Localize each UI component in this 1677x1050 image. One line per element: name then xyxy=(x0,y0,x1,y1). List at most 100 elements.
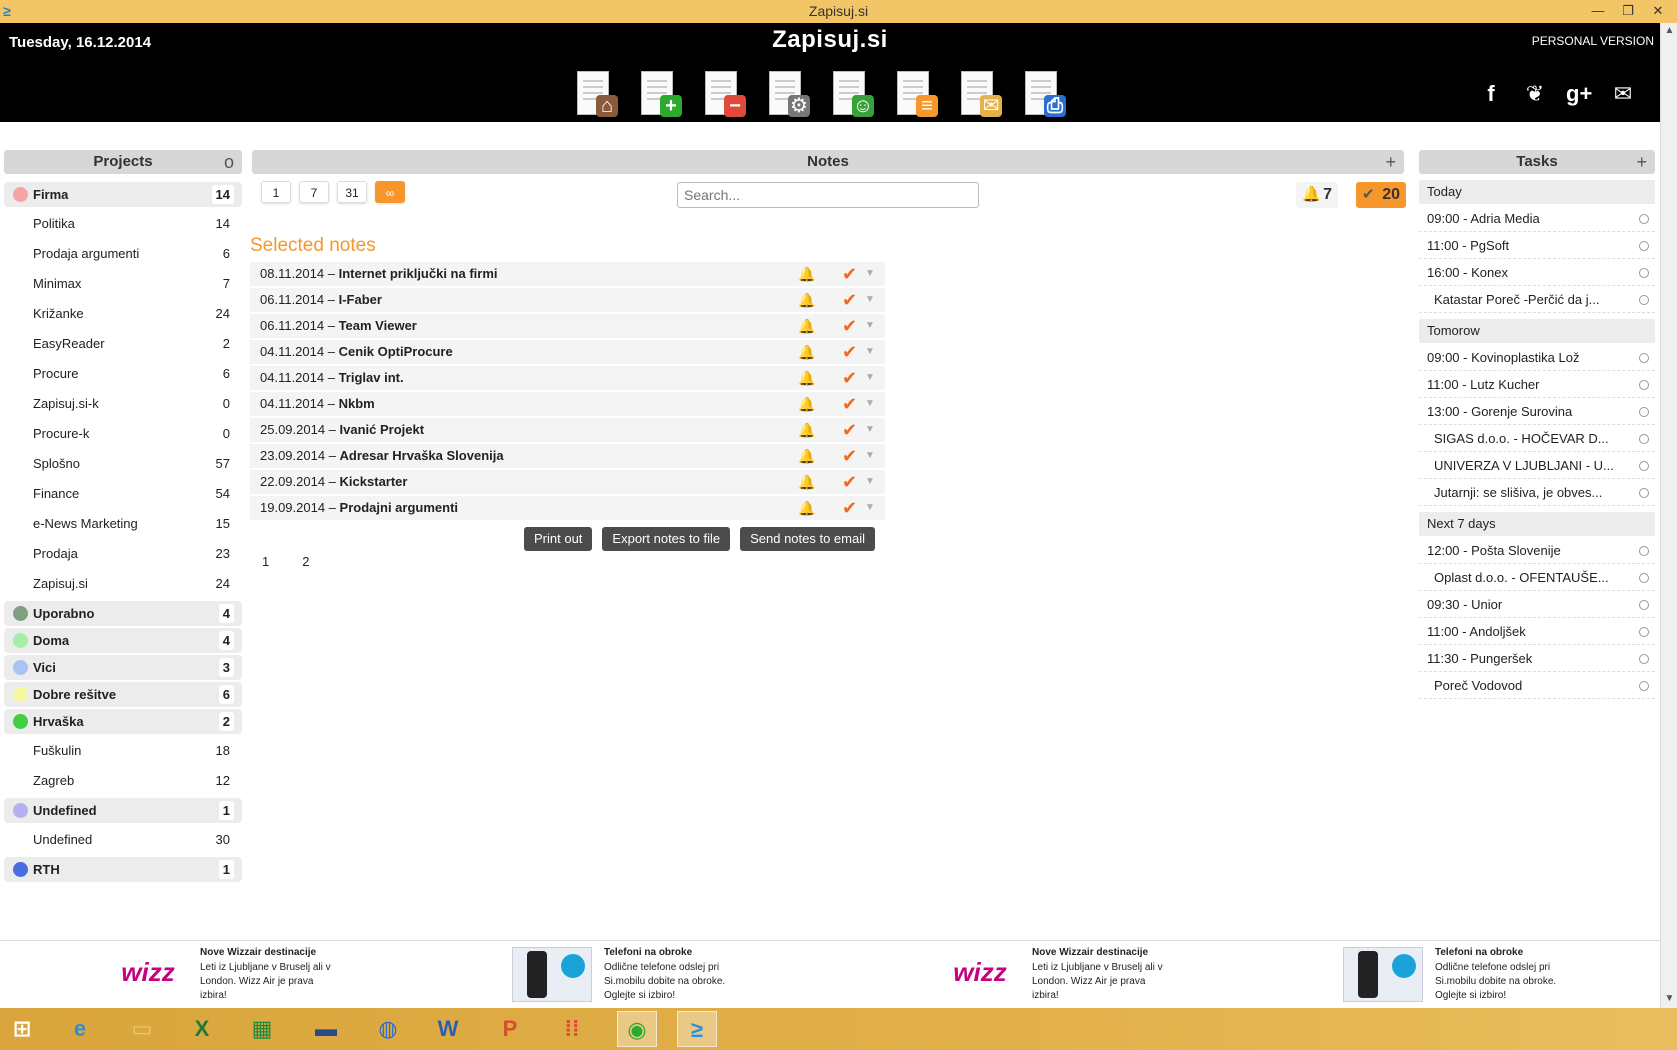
page-link[interactable]: 1 xyxy=(262,554,269,569)
task-complete-toggle[interactable] xyxy=(1639,627,1649,637)
vertical-scrollbar[interactable]: ▲ ▼ xyxy=(1660,23,1677,1008)
ad-banner[interactable]: wizz Nove Wizzair destinacije Leti iz Ljub… xyxy=(940,947,1200,1005)
task-complete-toggle[interactable] xyxy=(1639,573,1649,583)
task-item[interactable]: 13:00 - Gorenje Surovina xyxy=(1419,398,1655,425)
project-item[interactable]: Procure-k 0 xyxy=(4,419,242,449)
task-complete-toggle[interactable] xyxy=(1639,407,1649,417)
check-icon[interactable]: ✔ xyxy=(842,470,857,494)
bell-icon[interactable]: 🔔 xyxy=(798,314,815,338)
project-group[interactable]: Doma 4 xyxy=(4,628,242,653)
chevron-down-icon[interactable]: ▼ xyxy=(865,340,875,364)
print-out-button[interactable]: Print out xyxy=(524,527,593,551)
project-item[interactable]: Zapisuj.si-k 0 xyxy=(4,389,242,419)
check-icon[interactable]: ✔ xyxy=(842,340,857,364)
task-complete-toggle[interactable] xyxy=(1639,461,1649,471)
task-complete-toggle[interactable] xyxy=(1639,353,1649,363)
project-item[interactable]: e-News Marketing 15 xyxy=(4,509,242,539)
scroll-down-icon[interactable]: ▼ xyxy=(1661,993,1677,1004)
chevron-down-icon[interactable]: ▼ xyxy=(865,470,875,494)
project-item[interactable]: Prodaja 23 xyxy=(4,539,242,569)
bell-icon[interactable]: 🔔 xyxy=(798,288,815,312)
chevron-down-icon[interactable]: ▼ xyxy=(865,444,875,468)
project-item[interactable]: Politika 14 xyxy=(4,209,242,239)
project-item[interactable]: Zagreb 12 xyxy=(4,766,242,796)
note-row[interactable]: 08.11.2014 – Internet priključki na firm… xyxy=(250,262,885,286)
check-icon[interactable]: ✔ xyxy=(842,418,857,442)
toolbar-button-6[interactable]: ✉ xyxy=(957,71,1004,119)
word-icon[interactable]: W xyxy=(428,1011,468,1047)
ad-banner[interactable]: Telefoni na obroke Odlične telefone odsle… xyxy=(512,947,772,1005)
restore-icon[interactable]: ❐ xyxy=(1614,0,1642,21)
note-row[interactable]: 04.11.2014 – Triglav int. 🔔 ✔ ▼ xyxy=(250,366,885,390)
project-group[interactable]: Uporabno 4 xyxy=(4,601,242,626)
project-group[interactable]: Undefined 1 xyxy=(4,798,242,823)
project-item[interactable]: Fuškulin 18 xyxy=(4,736,242,766)
note-row[interactable]: 06.11.2014 – I-Faber 🔔 ✔ ▼ xyxy=(250,288,885,312)
send-notes-email-button[interactable]: Send notes to email xyxy=(740,527,875,551)
task-item[interactable]: 12:00 - Pošta Slovenije xyxy=(1419,537,1655,564)
zapisuj-icon[interactable]: ≥ xyxy=(677,1011,717,1047)
mail-icon[interactable]: ✉ xyxy=(1610,81,1636,107)
check-icon[interactable]: ✔ xyxy=(842,392,857,416)
date-filter-button[interactable]: 1 xyxy=(261,181,291,203)
toolbar-button-5[interactable]: ≡ xyxy=(893,71,940,119)
task-item[interactable]: SIGAS d.o.o. - HOČEVAR D... xyxy=(1419,425,1655,452)
task-complete-toggle[interactable] xyxy=(1639,546,1649,556)
bell-icon[interactable]: 🔔 xyxy=(798,392,815,416)
date-filter-button[interactable]: 7 xyxy=(299,181,329,203)
note-row[interactable]: 19.09.2014 – Prodajni argumenti 🔔 ✔ ▼ xyxy=(250,496,885,520)
project-item[interactable]: Finance 54 xyxy=(4,479,242,509)
note-row[interactable]: 22.09.2014 – Kickstarter 🔔 ✔ ▼ xyxy=(250,470,885,494)
project-group[interactable]: RTH 1 xyxy=(4,857,242,882)
project-group[interactable]: Firma 14 xyxy=(4,182,242,207)
task-item[interactable]: 09:00 - Kovinoplastika Lož xyxy=(1419,344,1655,371)
bell-icon[interactable]: 🔔 xyxy=(798,262,815,286)
task-item[interactable]: 09:30 - Unior xyxy=(1419,591,1655,618)
scroll-up-icon[interactable]: ▲ xyxy=(1661,25,1677,36)
chevron-down-icon[interactable]: ▼ xyxy=(865,418,875,442)
task-complete-toggle[interactable] xyxy=(1639,214,1649,224)
check-icon[interactable]: ✔ xyxy=(842,444,857,468)
task-complete-toggle[interactable] xyxy=(1639,241,1649,251)
chevron-down-icon[interactable]: ▼ xyxy=(865,314,875,338)
excel-icon[interactable]: X xyxy=(182,1011,222,1047)
task-complete-toggle[interactable] xyxy=(1639,654,1649,664)
check-icon[interactable]: ✔ xyxy=(842,496,857,520)
chevron-down-icon[interactable]: ▼ xyxy=(865,496,875,520)
check-icon[interactable]: ✔ xyxy=(842,262,857,286)
toolbar-button-2[interactable]: − xyxy=(701,71,748,119)
page-link[interactable]: 2 xyxy=(302,554,309,569)
add-task-button[interactable]: + xyxy=(1636,150,1647,174)
search-input[interactable] xyxy=(677,182,979,208)
note-row[interactable]: 06.11.2014 – Team Viewer 🔔 ✔ ▼ xyxy=(250,314,885,338)
toolbar-button-1[interactable]: + xyxy=(637,71,684,119)
export-notes-button[interactable]: Export notes to file xyxy=(602,527,731,551)
task-complete-toggle[interactable] xyxy=(1639,600,1649,610)
task-complete-toggle[interactable] xyxy=(1639,681,1649,691)
project-item[interactable]: Prodaja argumenti 6 xyxy=(4,239,242,269)
task-item[interactable]: 11:00 - Lutz Kucher xyxy=(1419,371,1655,398)
chevron-down-icon[interactable]: ▼ xyxy=(865,392,875,416)
project-item[interactable]: Splošno 57 xyxy=(4,449,242,479)
task-item[interactable]: 11:30 - Pungeršek xyxy=(1419,645,1655,672)
note-row[interactable]: 04.11.2014 – Cenik OptiProcure 🔔 ✔ ▼ xyxy=(250,340,885,364)
task-complete-toggle[interactable] xyxy=(1639,268,1649,278)
task-item[interactable]: UNIVERZA V LJUBLJANI - U... xyxy=(1419,452,1655,479)
add-note-button[interactable]: + xyxy=(1385,150,1396,174)
date-filter-button[interactable]: 31 xyxy=(337,181,367,203)
apps-icon[interactable]: ⁞⁞ xyxy=(552,1011,592,1047)
close-icon[interactable]: ✕ xyxy=(1644,0,1672,21)
project-item[interactable]: EasyReader 2 xyxy=(4,329,242,359)
project-item[interactable]: Križanke 24 xyxy=(4,299,242,329)
note-row[interactable]: 23.09.2014 – Adresar Hrvaška Slovenija 🔔 ✔… xyxy=(250,444,885,468)
bell-icon[interactable]: 🔔 xyxy=(798,496,815,520)
toolbar-button-4[interactable]: ☺ xyxy=(829,71,876,119)
bell-icon[interactable]: 🔔 xyxy=(798,444,815,468)
bell-icon[interactable]: 🔔 xyxy=(798,470,815,494)
chrome-icon[interactable]: ◉ xyxy=(617,1011,657,1047)
chevron-down-icon[interactable]: ▼ xyxy=(865,366,875,390)
twitter-icon[interactable]: ❦ xyxy=(1522,81,1548,107)
task-complete-toggle[interactable] xyxy=(1639,434,1649,444)
task-item[interactable]: Oplast d.o.o. - OFENTAUŠE... xyxy=(1419,564,1655,591)
check-icon[interactable]: ✔ xyxy=(842,288,857,312)
